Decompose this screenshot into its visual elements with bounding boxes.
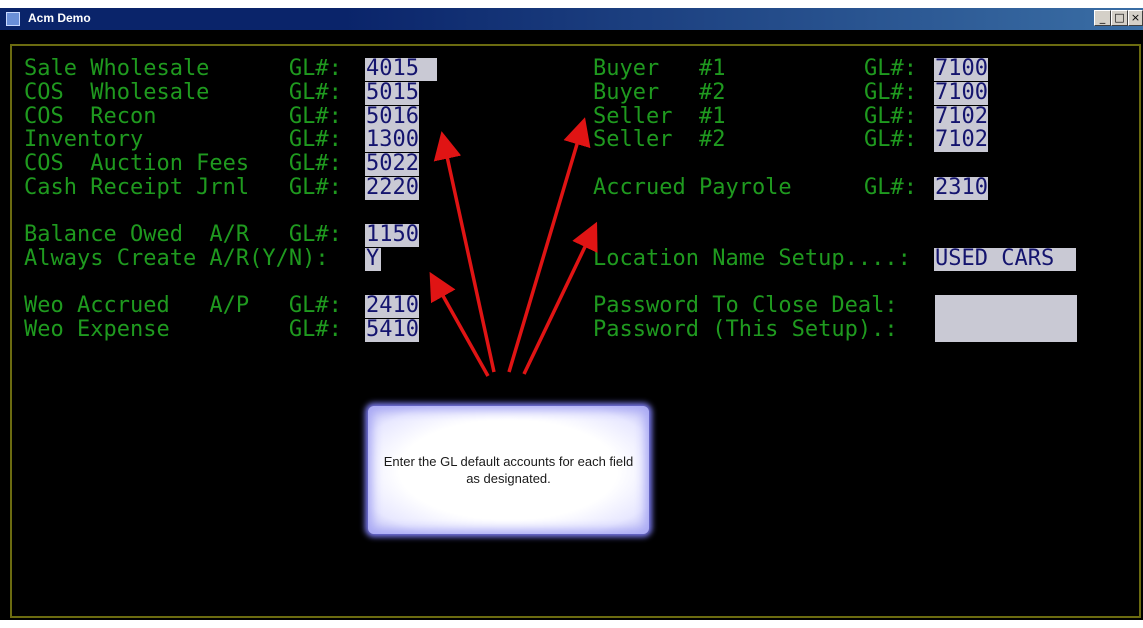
label-cos-auction-fees: COS Auction Fees GL#: [24, 151, 342, 176]
field-cash-receipt-jrnl-gl[interactable]: 2220 [365, 177, 419, 200]
label-accrued-payrole-gl: GL#: [864, 175, 917, 200]
label-cash-receipt-jrnl: Cash Receipt Jrnl GL#: [24, 175, 342, 200]
minimize-button[interactable]: _ [1094, 10, 1111, 26]
field-inventory-gl[interactable]: 1300 [365, 129, 419, 152]
label-inventory: Inventory GL#: [24, 127, 342, 152]
field-buyer-2-gl[interactable]: 7100 [934, 82, 988, 105]
field-seller-2-gl[interactable]: 7102 [934, 129, 988, 152]
label-weo-expense: Weo Expense GL#: [24, 317, 342, 342]
label-cos-wholesale: COS Wholesale GL#: [24, 80, 342, 105]
field-weo-expense-gl[interactable]: 5410 [365, 319, 419, 342]
window-title: Acm Demo [28, 11, 91, 25]
field-cos-recon-gl[interactable]: 5016 [365, 106, 419, 129]
label-seller-2: Seller #2 [593, 127, 726, 152]
bottom-border [0, 620, 1143, 628]
field-balance-owed-gl[interactable]: 1150 [365, 224, 419, 247]
field-buyer-1-gl[interactable]: 7100 [934, 58, 988, 81]
callout-text: Enter the GL default accounts for each f… [383, 454, 634, 486]
field-sale-wholesale-gl[interactable]: 4015 [365, 58, 437, 81]
field-cos-wholesale-gl[interactable]: 5015 [365, 82, 419, 105]
label-password-setup: Password (This Setup).: [593, 317, 898, 342]
close-button[interactable]: × [1128, 10, 1143, 26]
label-seller-1: Seller #1 [593, 104, 726, 129]
label-weo-accrued: Weo Accrued A/P GL#: [24, 293, 342, 318]
label-buyer-1-gl: GL#: [864, 56, 917, 81]
title-bar-strip: Acm Demo _ □ × [0, 8, 1143, 30]
field-weo-accrued-gl[interactable]: 2410 [365, 295, 419, 318]
field-always-create-ar[interactable]: Y [365, 248, 381, 271]
maximize-button[interactable]: □ [1111, 10, 1128, 26]
label-buyer-2-gl: GL#: [864, 80, 917, 105]
label-always-create-ar: Always Create A/R(Y/N): [24, 246, 329, 271]
app-icon [6, 12, 20, 26]
label-seller-2-gl: GL#: [864, 127, 917, 152]
label-seller-1-gl: GL#: [864, 104, 917, 129]
password-fields[interactable] [935, 295, 1077, 342]
label-cos-recon: COS Recon GL#: [24, 104, 342, 129]
label-balance-owed: Balance Owed A/R GL#: [24, 222, 342, 247]
field-seller-1-gl[interactable]: 7102 [934, 106, 988, 129]
window-title-bar: Acm Demo _ □ × [0, 0, 1143, 30]
field-accrued-payrole-gl[interactable]: 2310 [934, 177, 988, 200]
field-cos-auction-fees-gl[interactable]: 5022 [365, 153, 419, 176]
label-accrued-payrole: Accrued Payrole [593, 175, 792, 200]
field-location-name[interactable]: USED CARS [934, 248, 1076, 271]
label-buyer-1: Buyer #1 [593, 56, 726, 81]
label-sale-wholesale: Sale Wholesale GL#: [24, 56, 342, 81]
label-location-name: Location Name Setup....: [593, 246, 911, 271]
label-password-close-deal: Password To Close Deal: [593, 293, 898, 318]
label-buyer-2: Buyer #2 [593, 80, 726, 105]
instruction-callout: Enter the GL default accounts for each f… [368, 406, 649, 534]
